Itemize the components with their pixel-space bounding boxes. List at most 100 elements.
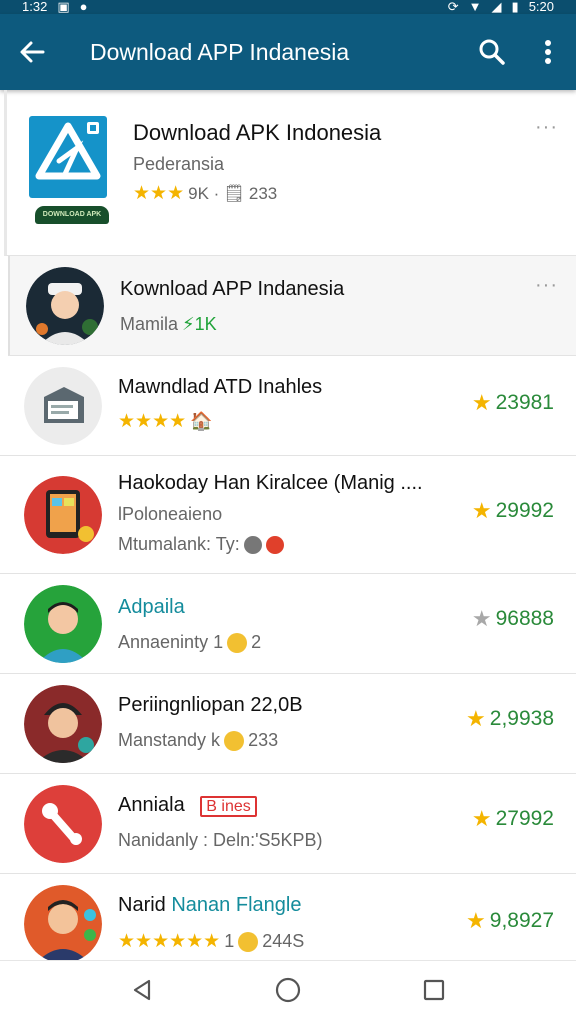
app-title: Periingnliopan 22,0B: [118, 694, 303, 716]
rating-value: ★ 29992: [472, 498, 554, 524]
star-icon: ★: [471, 606, 492, 631]
app-logo: [29, 116, 107, 198]
app-avatar: [24, 884, 102, 960]
rating-text: 2,9938: [489, 707, 554, 730]
list-item[interactable]: Haokoday Han Kiralcee (Manig .... lPolon…: [0, 456, 576, 574]
publisher-name: Annaeninty 1: [118, 632, 224, 652]
back-button[interactable]: [0, 14, 64, 90]
arrow-left-icon: [20, 41, 45, 63]
list-item[interactable]: Mawndlad ATD Inahles ★★★★ 🏠 ★ 23981: [0, 356, 576, 456]
notification-icon: ●: [79, 0, 88, 14]
app-subtitle: Annaeninty 1 2: [118, 632, 261, 653]
battery-icon: ▮: [511, 0, 519, 14]
app-avatar: [26, 266, 104, 345]
app-title: Kownload APP Indanesia: [120, 278, 345, 300]
rating-text: 27992: [495, 807, 554, 830]
square-recents-icon: [423, 979, 445, 1001]
triangle-back-icon: [133, 979, 151, 1001]
app-avatar: [24, 784, 102, 863]
app-title: Adpaila: [118, 596, 185, 618]
app-avatar: [24, 584, 102, 663]
app-avatar: [24, 475, 102, 554]
review-count: 233: [248, 183, 278, 203]
list-item[interactable]: Anniala B ines Nanidanly : Deln:'S5KPB) …: [0, 774, 576, 874]
person-avatar-icon: [24, 684, 102, 763]
rating-text: 23981: [495, 391, 554, 414]
app-subtitle: ★★★★★★ 1 244S: [118, 930, 304, 953]
app-list[interactable]: DOWNLOAD APK Download APK Indonesia Pede…: [0, 90, 576, 960]
more-vertical-icon: [545, 40, 551, 64]
home-nav-button[interactable]: [274, 976, 302, 1009]
signal-icon: ◢: [491, 0, 502, 14]
tablet-app-icon: [24, 475, 102, 554]
more-options-button[interactable]: ···: [535, 274, 558, 297]
more-options-button[interactable]: ···: [535, 116, 558, 139]
list-item[interactable]: Narid Nanan Flangle ★★★★★★ 1 244S ★ 9,89…: [0, 874, 576, 960]
logo-banner: DOWNLOAD APK: [35, 206, 109, 224]
rating-value: ★ 96888: [472, 606, 554, 632]
smiley-icon: [227, 632, 248, 653]
category-text: Mtumalank: Ty:: [118, 534, 240, 554]
file-manager-icon: [24, 366, 102, 445]
tool-app-icon: [24, 784, 102, 863]
list-item[interactable]: Periingnliopan 22,0B Manstandy k 233 ★ 2…: [0, 674, 576, 774]
app-avatar: [24, 684, 102, 763]
search-button[interactable]: [464, 14, 520, 90]
app-bar: Download APP Indanesia: [0, 14, 576, 90]
app-subtitle: Manstandy k 233: [118, 730, 278, 751]
smiley-icon: [238, 931, 259, 952]
search-icon: [479, 39, 505, 65]
smiley-icon: [224, 730, 245, 751]
person-avatar-icon: [24, 884, 102, 960]
rating-value: ★ 27992: [472, 806, 554, 832]
featured-app-meta: ★★★ 9K · 🗒 233: [133, 182, 277, 205]
app-subtitle: Nanidanly : Deln:'S5KPB): [118, 830, 323, 850]
app-title-text: Narid: [118, 894, 166, 916]
download-count: 9K ·: [188, 183, 220, 203]
rating-text: 9,8927: [489, 909, 554, 932]
star-icon: ★: [466, 706, 486, 731]
back-nav-button[interactable]: [130, 978, 154, 1007]
app-title: Narid Nanan Flangle: [118, 894, 301, 917]
app-subtitle: ★★★★ 🏠: [118, 410, 213, 433]
share-icon: [243, 535, 262, 554]
app-avatar: [24, 366, 102, 445]
app-title: Haokoday Han Kiralcee (Manig ....: [118, 472, 423, 494]
meta-number: 1: [224, 931, 235, 951]
list-item[interactable]: Kownload APP Indanesia Mamila ⚡1K ···: [8, 256, 576, 356]
app-subtitle: Mtumalank: Ty:: [118, 534, 284, 555]
rating-stars: ★★★★★★: [118, 931, 221, 952]
list-item[interactable]: Adpaila Annaeninty 1 2 ★ 96888: [0, 574, 576, 674]
publisher-name: Mamila: [120, 314, 179, 334]
system-nav-bar: [0, 960, 576, 1024]
overflow-menu-button[interactable]: [520, 14, 576, 90]
status-time: 1:32: [22, 0, 48, 14]
app-title-text: Anniala: [118, 794, 185, 816]
sync-icon: ⟳: [447, 0, 459, 14]
fire-icon: [265, 535, 284, 554]
rating-stars: ★★★: [133, 183, 185, 204]
meta-count: 244S: [262, 931, 305, 951]
rating-text: 29992: [495, 499, 554, 522]
app-subtitle: Mamila ⚡1K: [120, 314, 217, 335]
star-icon: ★: [471, 806, 492, 831]
recents-nav-button[interactable]: [422, 978, 446, 1007]
house-icon: 🏠: [190, 411, 213, 431]
app-bar-title: Download APP Indanesia: [90, 38, 350, 65]
rating-value: ★ 23981: [472, 390, 554, 416]
meta-count: 2: [251, 632, 262, 652]
app-badge: B ines: [200, 796, 257, 817]
featured-app-title: Download APK Indonesia: [133, 120, 382, 145]
wifi-icon: ▼: [468, 0, 482, 14]
character-avatar-icon: [26, 266, 104, 345]
app-title: Mawndlad ATD Inahles: [118, 376, 323, 398]
rating-text: 96888: [495, 607, 554, 630]
star-icon: ★: [466, 908, 486, 933]
status-clock: 5:20: [528, 0, 554, 14]
person-avatar-icon: [24, 584, 102, 663]
download-badge: ⚡1K: [182, 314, 217, 334]
circle-home-icon: [275, 977, 301, 1003]
app-publisher: lPoloneaieno: [118, 504, 223, 524]
featured-app-card[interactable]: DOWNLOAD APK Download APK Indonesia Pede…: [4, 90, 576, 256]
apk-logo-icon: [35, 122, 101, 180]
